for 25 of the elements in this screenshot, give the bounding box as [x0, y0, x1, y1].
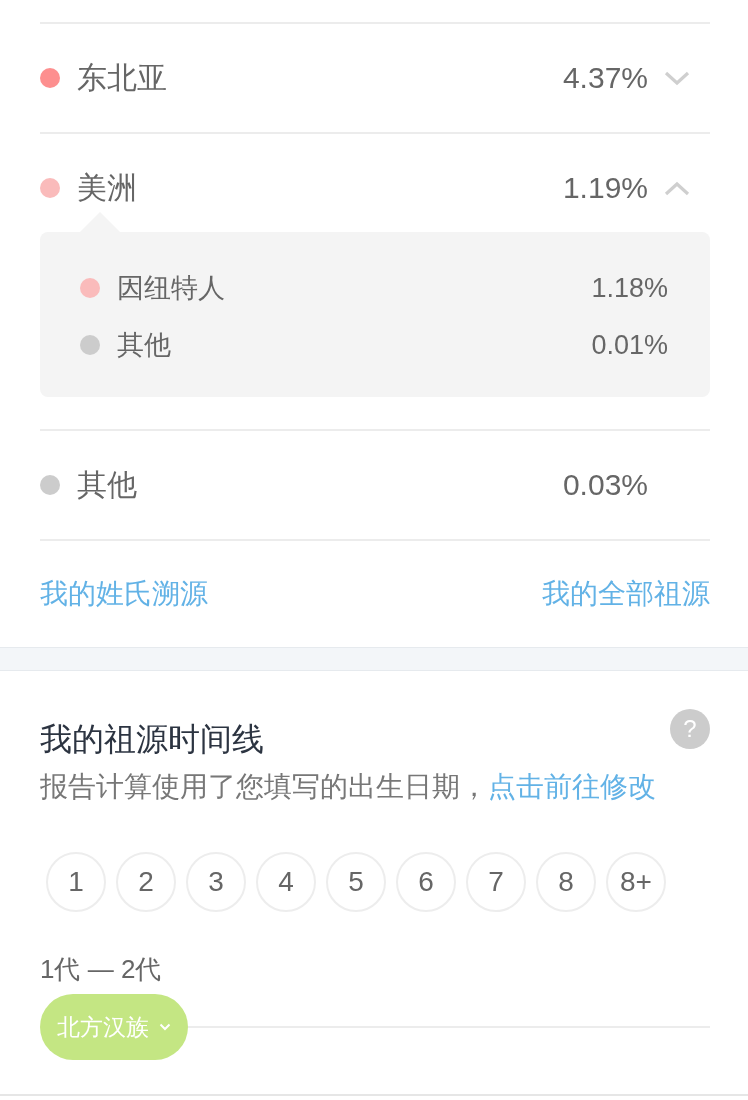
date-note: 报告计算使用了您填写的出生日期，: [40, 771, 488, 802]
subregion-name: 其他: [117, 329, 172, 360]
generation-button[interactable]: 8: [536, 852, 596, 912]
generation-button[interactable]: 3: [186, 852, 246, 912]
generation-button[interactable]: 5: [326, 852, 386, 912]
region-share: 0.03%: [562, 470, 648, 500]
generation-button[interactable]: 6: [396, 852, 456, 912]
region-share: 4.37%: [562, 63, 648, 93]
subregion-name: 因纽特人: [117, 272, 226, 303]
generation-button[interactable]: 4: [256, 852, 316, 912]
chevron-down-icon[interactable]: [664, 70, 690, 86]
region-name: 东北亚: [77, 63, 168, 93]
subregion-share: 1.18%: [591, 272, 668, 303]
generation-button[interactable]: 2: [116, 852, 176, 912]
region-name: 美洲: [77, 173, 138, 203]
caret-icon: [159, 1023, 171, 1031]
generation-range: 1代 — 2代: [40, 954, 162, 984]
region-name: 其他: [77, 470, 138, 500]
region-share: 1.19%: [562, 173, 648, 203]
generation-button[interactable]: 7: [466, 852, 526, 912]
generation-button[interactable]: 8+: [606, 852, 666, 912]
subregion-share: 0.01%: [591, 329, 668, 360]
chevron-up-icon[interactable]: [664, 180, 690, 196]
section-title: 我的祖源时间线: [40, 721, 264, 757]
generation-button[interactable]: 1: [46, 852, 106, 912]
